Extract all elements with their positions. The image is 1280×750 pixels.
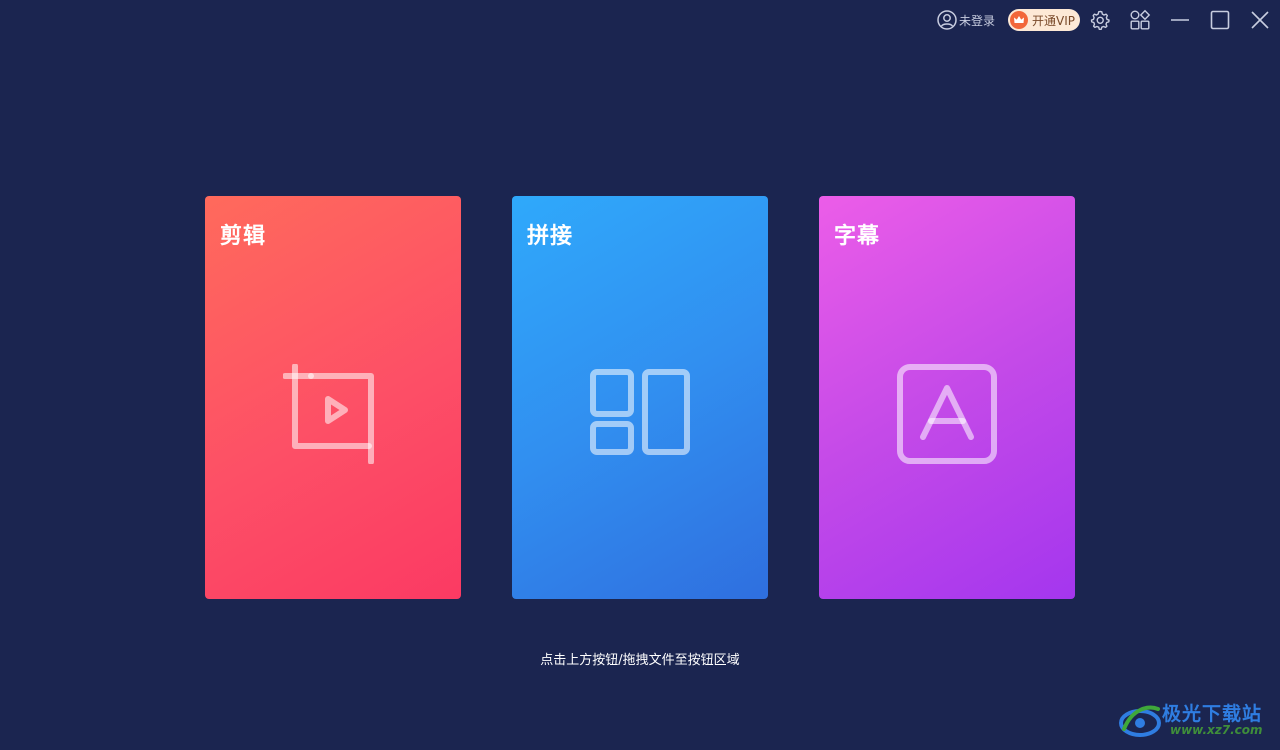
- drop-hint: 点击上方按钮/拖拽文件至按钮区域: [540, 653, 740, 668]
- aurora-logo-icon: [1118, 701, 1162, 743]
- card-title: 拼接: [527, 224, 574, 249]
- vip-label: 开通VIP: [1032, 13, 1075, 28]
- watermark-name: 极光下载站: [1162, 703, 1263, 725]
- settings-button[interactable]: [1089, 9, 1111, 31]
- crown-icon: [1010, 11, 1028, 29]
- vip-button[interactable]: 开通VIP: [1008, 9, 1080, 31]
- card-join[interactable]: 拼接: [512, 196, 768, 599]
- maximize-icon: [1209, 9, 1231, 31]
- title-bar: 未登录 开通VIP: [0, 0, 1280, 40]
- card-edit[interactable]: 剪辑: [205, 196, 461, 599]
- gear-icon: [1089, 9, 1111, 31]
- watermark: 极光下载站 www.xz7.com: [1118, 697, 1273, 743]
- apps-button[interactable]: [1129, 9, 1151, 31]
- card-subtitle[interactable]: 字幕: [819, 196, 1075, 599]
- watermark-url: www.xz7.com: [1170, 723, 1263, 737]
- login-label: 未登录: [959, 13, 996, 28]
- minimize-icon: [1169, 9, 1191, 31]
- close-icon: [1249, 9, 1271, 31]
- close-button[interactable]: [1249, 9, 1271, 31]
- crop-play-icon: [283, 364, 383, 464]
- apps-grid-icon: [1129, 9, 1151, 31]
- maximize-button[interactable]: [1209, 9, 1231, 31]
- letter-a-box-icon: [897, 364, 997, 464]
- app-window: 未登录 开通VIP 剪辑 拼接 字幕 点击上方按钮/拖拽文件至按钮区域 极光下载…: [0, 0, 1280, 750]
- minimize-button[interactable]: [1169, 9, 1191, 31]
- layout-panels-icon: [590, 364, 690, 464]
- login-button[interactable]: 未登录: [936, 9, 995, 31]
- card-title: 剪辑: [220, 224, 267, 249]
- card-title: 字幕: [834, 224, 881, 249]
- user-circle-icon: [936, 9, 958, 31]
